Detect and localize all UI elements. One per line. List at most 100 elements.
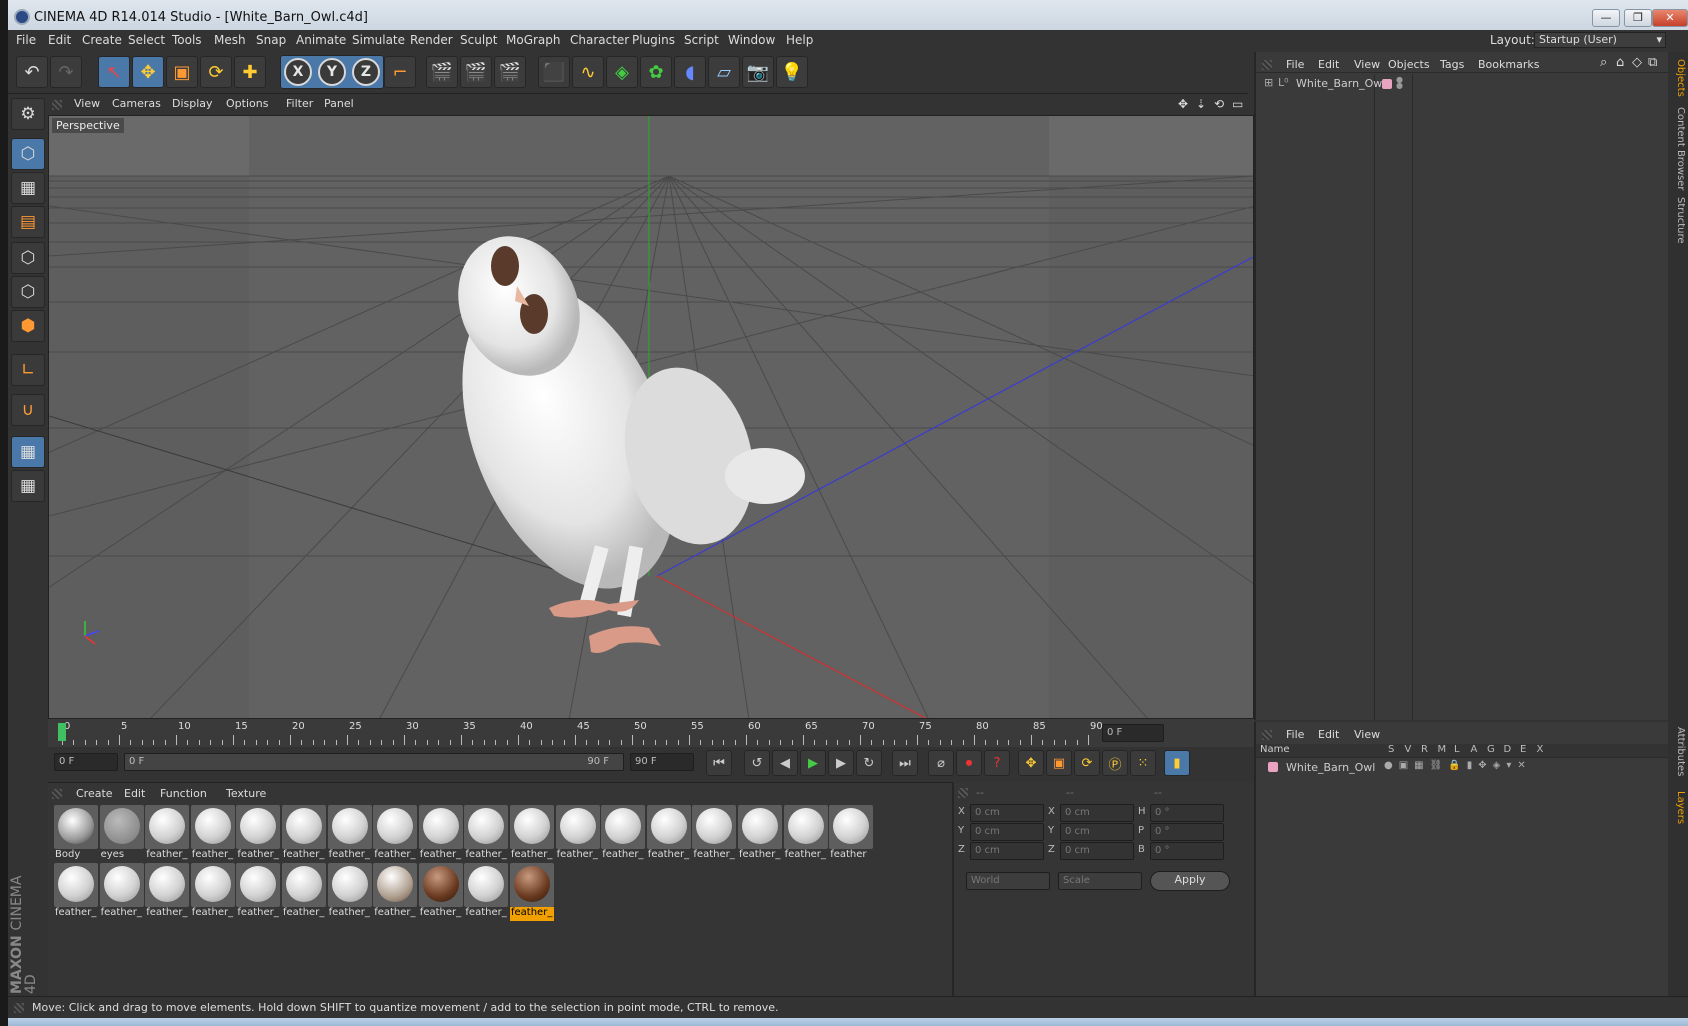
previous-key-button[interactable]: ↺ [744, 750, 770, 776]
menu-create[interactable]: Create [82, 33, 122, 47]
menu-help[interactable]: Help [786, 33, 813, 47]
layers-col-header[interactable]: L [1454, 744, 1460, 755]
points-mode-button[interactable]: ⬡ [11, 242, 45, 274]
objects-menu-edit[interactable]: Edit [1318, 58, 1339, 71]
menu-select[interactable]: Select [128, 33, 165, 47]
redo-button[interactable]: ↷ [50, 56, 82, 88]
menu-tools[interactable]: Tools [172, 33, 202, 47]
camera-button[interactable]: 📷 [742, 56, 774, 88]
layer-flags-icons[interactable]: ●▣▦⛓🔒▮✥◈▾✕ [1384, 760, 1532, 771]
search-icon[interactable]: ⌕ [1600, 55, 1607, 70]
coord-value-field[interactable]: 0 cm [1060, 823, 1134, 841]
visibility-dots-icon[interactable]: ● ● [1396, 76, 1403, 90]
live-selection-button[interactable]: ↖ [98, 56, 130, 88]
material-swatch[interactable]: feather_ [555, 805, 600, 863]
material-swatch[interactable]: feather [829, 805, 874, 863]
layout-dropdown[interactable]: Startup (User) ▾ [1534, 32, 1666, 48]
layer-name[interactable]: White_Barn_Owl [1286, 761, 1375, 774]
menu-mograph[interactable]: MoGraph [506, 33, 561, 47]
preview-range-slider[interactable]: 0 F 90 F [124, 753, 624, 771]
model-mode-button[interactable]: ⬡ [11, 138, 45, 170]
next-key-button[interactable]: ↻ [856, 750, 882, 776]
material-swatch[interactable]: feather_ [236, 805, 281, 863]
move-tool-button[interactable]: ✥ [132, 56, 164, 88]
workplane-lock-button[interactable]: ▦ [11, 436, 45, 468]
coordinates-grip-icon[interactable] [958, 788, 968, 798]
material-swatch[interactable]: feather_ [282, 805, 326, 863]
layer-row-owl[interactable]: White_Barn_Owl ●▣▦⛓🔒▮✥◈▾✕ [1260, 760, 1664, 776]
keyframe-selection-button[interactable]: ? [984, 750, 1010, 776]
viewport-nav-zoom-icon[interactable]: ⇣ [1196, 97, 1206, 111]
objects-menu-view[interactable]: View [1354, 58, 1380, 71]
object-manager-grip-icon[interactable] [1262, 60, 1272, 70]
autokey-button[interactable]: ⏺ [956, 750, 982, 776]
menu-window[interactable]: Window [728, 33, 775, 47]
layers-col-header[interactable]: S [1388, 744, 1394, 755]
material-swatch[interactable]: feather_ [464, 805, 509, 863]
viewport-menu-cameras[interactable]: Cameras [112, 97, 161, 110]
light-button[interactable]: 💡 [776, 56, 808, 88]
spline-pen-button[interactable]: ∿ [572, 56, 604, 88]
layers-menu-file[interactable]: File [1286, 728, 1304, 741]
viewport-menu-display[interactable]: Display [172, 97, 213, 110]
texture-mode-button[interactable]: ▦ [11, 172, 45, 204]
layer-color-tag[interactable] [1382, 79, 1392, 89]
snap-button[interactable]: ∪ [11, 394, 45, 426]
cube-object-button[interactable]: ⬛ [538, 56, 570, 88]
timeline-ruler[interactable]: 0 5 10 15 20 25 30 35 40 45 50 55 60 65 70 75 80 85 90 0 F [48, 719, 1254, 747]
menu-animate[interactable]: Animate [296, 33, 346, 47]
previous-frame-button[interactable]: ◀ [772, 750, 798, 776]
restore-button[interactable]: ❐ [1624, 9, 1652, 27]
coord-value-field[interactable]: 0 cm [970, 823, 1044, 841]
perspective-viewport[interactable]: Perspective [48, 115, 1254, 719]
material-swatch[interactable]: feather_ [327, 863, 372, 921]
key-parameter-button[interactable]: Ⓟ [1102, 750, 1128, 776]
menu-sculpt[interactable]: Sculpt [460, 33, 497, 47]
z-axis-lock-button[interactable]: Z [352, 58, 380, 86]
layers-col-header[interactable]: R [1421, 744, 1428, 755]
coordinate-mode-dropdown[interactable]: Scale [1058, 872, 1142, 890]
key-rotation-button[interactable]: ⟳ [1074, 750, 1100, 776]
material-swatch[interactable]: feather_ [99, 863, 144, 921]
viewport-menu-filter[interactable]: Filter [286, 97, 313, 110]
material-swatch[interactable]: feather_ [418, 805, 463, 863]
key-scale-button[interactable]: ▣ [1046, 750, 1072, 776]
make-editable-button[interactable]: ⚙ [11, 98, 45, 130]
render-view-button[interactable]: 🎬 [426, 56, 458, 88]
tab-objects[interactable]: Objects [1670, 56, 1686, 100]
planar-workplane-button[interactable]: ▦ [11, 470, 45, 502]
tab-structure[interactable]: Structure [1670, 194, 1686, 247]
timeline-window-button[interactable]: ▮ [1164, 750, 1190, 776]
coordinate-system-button[interactable]: ⌐ [384, 56, 416, 88]
coord-value-field[interactable]: 0 ° [1150, 842, 1224, 860]
apply-button[interactable]: Apply [1150, 871, 1230, 891]
menu-snap[interactable]: Snap [256, 33, 286, 47]
material-swatch[interactable]: feather_ [327, 805, 372, 863]
coord-value-field[interactable]: 0 ° [1150, 823, 1224, 841]
render-settings-button[interactable]: 🎬 [494, 56, 526, 88]
viewport-menu-panel[interactable]: Panel [324, 97, 354, 110]
material-swatch[interactable]: feather_ [282, 863, 326, 921]
close-button[interactable]: ✕ [1652, 9, 1688, 27]
viewport-menu-view[interactable]: View [74, 97, 100, 110]
layers-col-header[interactable]: G [1487, 744, 1495, 755]
undo-button[interactable]: ↶ [16, 56, 48, 88]
layers-col-header[interactable]: M [1438, 744, 1447, 755]
coord-value-field[interactable]: 0 cm [970, 804, 1044, 822]
material-grip-icon[interactable] [52, 789, 62, 799]
material-swatch[interactable]: feather_ [373, 805, 418, 863]
material-swatch[interactable]: feather_ [738, 805, 782, 863]
key-position-button[interactable]: ✥ [1018, 750, 1044, 776]
viewport-grip-icon[interactable] [52, 100, 62, 110]
key-pla-button[interactable]: ⁙ [1130, 750, 1156, 776]
render-picture-viewer-button[interactable]: 🎬 [460, 56, 492, 88]
polygons-mode-button[interactable]: ⬢ [11, 310, 45, 342]
material-swatch[interactable]: feather_ [236, 863, 281, 921]
material-swatch[interactable]: feather_ [190, 805, 235, 863]
objects-menu-file[interactable]: File [1286, 58, 1304, 71]
material-swatch[interactable]: feather_ [601, 805, 646, 863]
layer-manager-grip-icon[interactable] [1262, 730, 1272, 740]
next-frame-button[interactable]: ▶ [828, 750, 854, 776]
scale-tool-button[interactable]: ▣ [166, 56, 198, 88]
viewport-menu-options[interactable]: Options [226, 97, 268, 110]
